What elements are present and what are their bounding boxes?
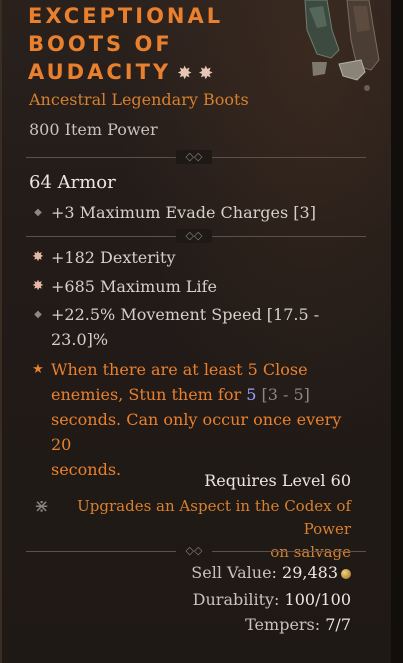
item-name-line: AUDACITY (28, 60, 172, 84)
affix-text: +182 Dexterity (51, 248, 176, 267)
tempers: Tempers: 7/7 (245, 615, 351, 634)
affix-text: +22.5% Movement Speed [17.5 - 23.0]% (51, 302, 361, 352)
sell-value: Sell Value: 29,483 (191, 563, 351, 582)
divider: ◇◇ (26, 544, 366, 558)
legendary-star-icon: ★ (32, 362, 44, 377)
affix-text: +3 Maximum Evade Charges [3] (51, 203, 316, 222)
affix-line: +22.5% Movement Speed [17.5 - (51, 305, 320, 324)
item-type: Ancestral Legendary Boots (29, 90, 249, 109)
item-name-line: BOOTS OF (28, 32, 173, 56)
affix-line: 23.0]% (51, 330, 109, 349)
armor-value: 64 Armor (29, 172, 116, 193)
socket-gem-icon: ✸ (177, 63, 193, 84)
greater-affix-icon: ✸ (32, 278, 44, 294)
greater-affix-icon: ✸ (32, 249, 44, 265)
affix-text: +685 Maximum Life (51, 277, 217, 296)
durability-label: Durability: (192, 590, 280, 609)
durability: Durability: 100/100 (193, 590, 351, 609)
sell-amount: 29,483 (282, 563, 338, 582)
aspect-text: When there are at least 5 Close enemies,… (51, 357, 361, 482)
aspect-line: When there are at least 5 Close (51, 360, 308, 379)
socket-gem-icon: ✸ (198, 63, 214, 84)
upgrade-line: Upgrades an Aspect in the Codex of Power (77, 497, 351, 538)
diamond-bullet-icon: ◆ (34, 207, 42, 218)
aspect-line: seconds. Can only occur once every 20 (51, 410, 342, 454)
tempers-label: Tempers: (245, 615, 321, 634)
item-name-last-line: AUDACITY ✸ ✸ (28, 58, 298, 88)
aspect-line: enemies, Stun them for (51, 385, 247, 404)
divider: ◇◇ (26, 150, 366, 164)
aspect-range: [3 - 5] (256, 385, 310, 404)
gold-coin-icon (341, 568, 351, 579)
aspect-value: 5 (246, 385, 257, 404)
divider: ◇◇ (26, 229, 366, 243)
boots-portrait-icon (304, 0, 380, 91)
durability-value: 100/100 (284, 590, 351, 609)
tempers-value: 7/7 (325, 615, 351, 634)
item-name: EXCEPTIONAL BOOTS OF AUDACITY ✸ ✸ (28, 2, 298, 88)
level-requirement: Requires Level 60 (204, 471, 351, 490)
item-power: 800 Item Power (29, 120, 158, 139)
diamond-bullet-icon: ◆ (34, 309, 42, 320)
item-tooltip: EXCEPTIONAL BOOTS OF AUDACITY ✸ ✸ Ancestra… (0, 0, 403, 663)
sell-label: Sell Value: (191, 563, 277, 582)
item-name-line: EXCEPTIONAL (28, 4, 224, 28)
aspect-line: seconds. (51, 460, 122, 479)
